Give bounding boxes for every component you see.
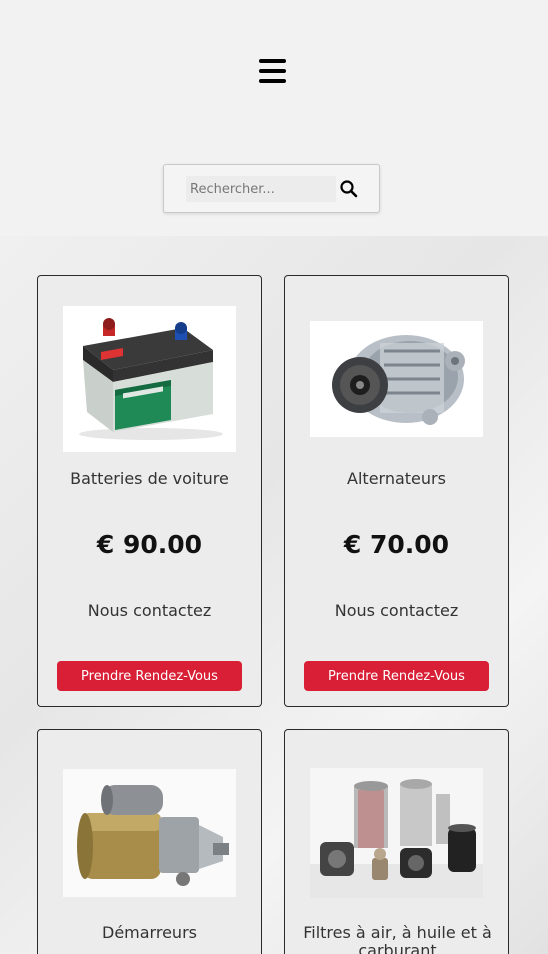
filters-image[interactable] [310, 768, 483, 898]
book-appointment-button[interactable]: Prendre Rendez-Vous [57, 661, 242, 691]
product-card: Filtres à air, à huile et à carburant [284, 729, 509, 954]
book-appointment-button[interactable]: Prendre Rendez-Vous [304, 661, 489, 691]
contact-link[interactable]: Nous contactez [285, 601, 508, 620]
search-input[interactable] [186, 176, 336, 202]
alternator-image[interactable] [310, 321, 483, 437]
product-grid: Batteries de voiture € 90.00 Nous contac… [0, 236, 548, 954]
product-title[interactable]: Démarreurs [38, 924, 261, 942]
starter-motor-image[interactable] [63, 769, 236, 897]
product-title[interactable]: Alternateurs [285, 470, 508, 488]
car-battery-image[interactable] [63, 306, 236, 452]
product-title[interactable]: Batteries de voiture [38, 470, 261, 488]
contact-link[interactable]: Nous contactez [38, 601, 261, 620]
product-title[interactable]: Filtres à air, à huile et à carburant [303, 924, 492, 954]
product-card: Batteries de voiture € 90.00 Nous contac… [37, 275, 262, 707]
site-header [0, 0, 548, 236]
product-price: € 70.00 [343, 530, 450, 559]
hamburger-menu-icon[interactable] [258, 57, 288, 85]
search-icon[interactable] [339, 179, 359, 199]
product-card: Alternateurs € 70.00 Nous contactez Pren… [284, 275, 509, 707]
search-box [163, 164, 380, 213]
product-card: Démarreurs [37, 729, 262, 954]
product-price: € 90.00 [96, 530, 203, 559]
